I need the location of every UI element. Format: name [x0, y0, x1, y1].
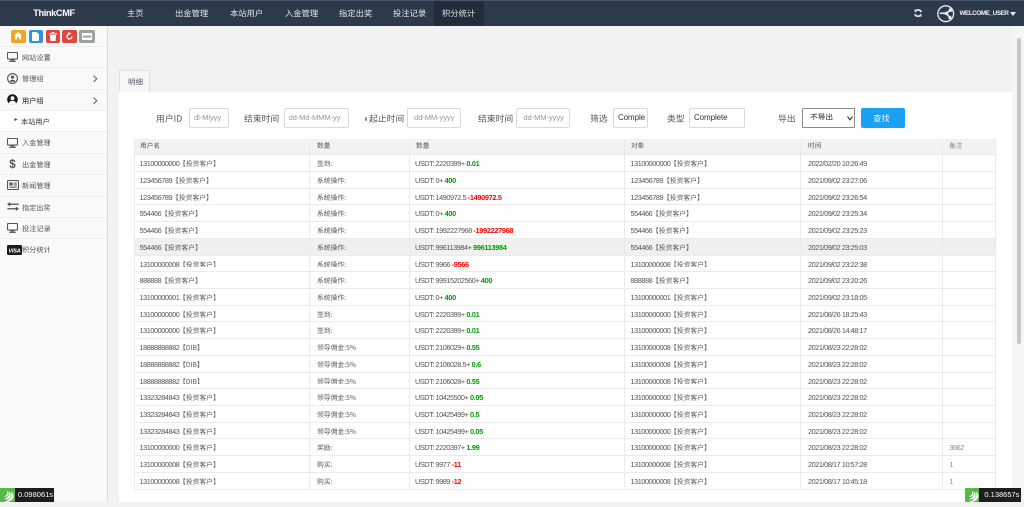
- svg-text:VISA: VISA: [8, 248, 20, 254]
- svg-text:$: $: [9, 159, 16, 170]
